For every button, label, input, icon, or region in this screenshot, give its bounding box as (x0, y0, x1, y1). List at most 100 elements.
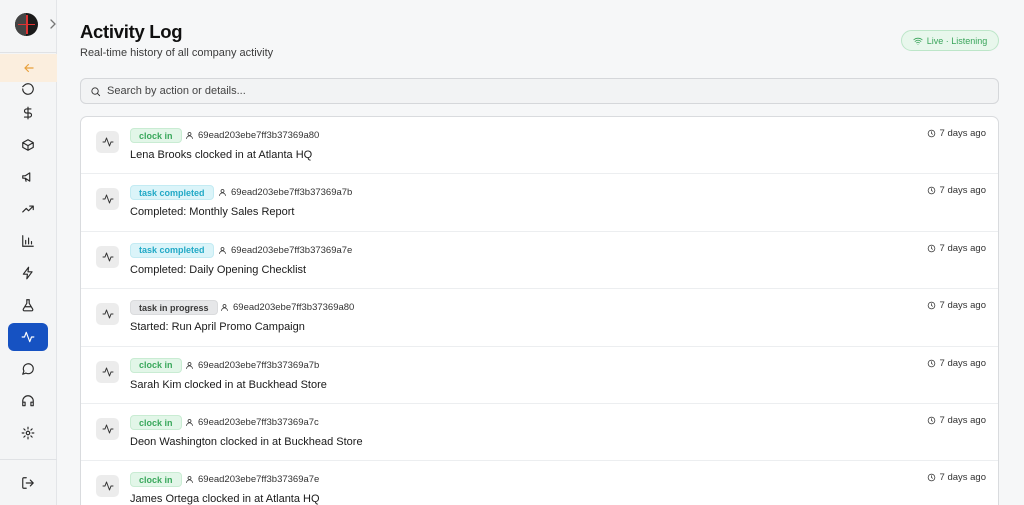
list-item[interactable]: task in progress 69ead203ebe7ff3b37369a80… (81, 289, 998, 347)
activity-icon (96, 360, 119, 383)
sidebar (0, 0, 57, 505)
activity-type-badge: clock in (130, 415, 182, 430)
activity-timestamp: 7 days ago (927, 300, 986, 311)
sidebar-item-settings[interactable] (8, 419, 48, 447)
activity-timestamp: 7 days ago (927, 243, 986, 254)
activity-icon (96, 245, 119, 268)
bar-chart-icon (22, 235, 34, 247)
activity-description: Lena Brooks clocked in at Atlanta HQ (130, 149, 313, 161)
sidebar-item-finance[interactable] (8, 99, 48, 127)
sidebar-item-marketing[interactable] (8, 163, 48, 191)
divider (0, 52, 57, 53)
sidebar-item-refresh[interactable] (8, 82, 48, 96)
user-icon (186, 476, 193, 484)
sidebar-item-inventory[interactable] (8, 131, 48, 159)
message-icon (22, 363, 34, 375)
user-icon (186, 419, 193, 426)
activity-icon (96, 303, 119, 326)
activity-list: clock in 69ead203ebe7ff3b37369a80 Lena Bro… (80, 116, 999, 505)
activity-description: Completed: Daily Opening Checklist (130, 263, 307, 276)
list-item[interactable]: clock in 69ead203ebe7ff3b37369a80 Lena Bro… (81, 117, 998, 175)
timestamp-text: 7 days ago (939, 242, 986, 254)
activity-type-badge: clock in (130, 472, 182, 488)
flask-icon (22, 299, 34, 312)
activity-description: Started: Run April Promo Campaign (130, 321, 305, 334)
activity-timestamp: 7 days ago (927, 358, 986, 369)
clock-icon (927, 359, 935, 367)
settings-icon (21, 426, 35, 440)
user-id-text: 69ead203ebe7ff3b37369a7e (198, 474, 320, 486)
user-id-text: 69ead203ebe7ff3b37369a7b (231, 187, 353, 199)
timestamp-text: 7 days ago (939, 472, 986, 484)
timestamp-text: 7 days ago (939, 415, 986, 426)
list-item[interactable]: task completed 69ead203ebe7ff3b37369a7e Co… (81, 232, 998, 290)
live-status-text: Live · Listening (926, 35, 988, 46)
sidebar-item-activity[interactable] (8, 323, 48, 351)
user-icon (186, 132, 193, 139)
activity-description: Sarah Kim clocked in at Buckhead Store (130, 378, 327, 391)
search-bar[interactable] (80, 78, 999, 104)
sidebar-item-analytics[interactable] (8, 227, 48, 255)
activity-description: Completed: Monthly Sales Report (130, 206, 295, 219)
company-logo[interactable] (15, 13, 38, 36)
sidebar-item-automation[interactable] (8, 259, 48, 287)
user-id-text: 69ead203ebe7ff3b37369a7c (198, 417, 319, 428)
user-id: 69ead203ebe7ff3b37369a7b (185, 360, 319, 371)
zap-icon (22, 266, 33, 280)
refresh-icon (22, 83, 34, 95)
sidebar-item-messages[interactable] (8, 355, 48, 383)
activity-type-badge: clock in (130, 357, 182, 373)
user-id-text: 69ead203ebe7ff3b37369a80 (198, 130, 320, 141)
clock-icon (927, 474, 935, 482)
trending-up-icon (22, 205, 34, 213)
dollar-icon (23, 106, 33, 120)
user-id-text: 69ead203ebe7ff3b37369a80 (233, 302, 355, 314)
activity-type-badge: clock in (130, 128, 182, 143)
user-id: 69ead203ebe7ff3b37369a80 (220, 302, 354, 313)
timestamp-text: 7 days ago (939, 300, 986, 312)
megaphone-icon (22, 172, 31, 182)
activity-timestamp: 7 days ago (927, 472, 986, 483)
wifi-icon (913, 37, 923, 45)
activity-description: Deon Washington clocked in at Buckhead S… (130, 436, 363, 448)
list-item[interactable]: clock in 69ead203ebe7ff3b37369a7c Deon Was… (81, 404, 998, 462)
timestamp-text: 7 days ago (939, 185, 986, 197)
activity-icon (96, 418, 119, 440)
sidebar-item-support[interactable] (8, 387, 48, 415)
user-id-text: 69ead203ebe7ff3b37369a7e (231, 244, 353, 256)
list-item[interactable]: task completed 69ead203ebe7ff3b37369a7b Co… (81, 174, 998, 232)
activity-icon (21, 331, 35, 343)
clock-icon (927, 301, 935, 310)
arrow-left-icon (23, 63, 34, 73)
page-title: Activity Log (80, 21, 183, 42)
divider (0, 459, 57, 460)
back-button[interactable] (0, 54, 57, 82)
logout-button[interactable] (8, 469, 48, 497)
clock-icon (927, 244, 935, 253)
activity-description: James Ortega clocked in at Atlanta HQ (130, 493, 320, 505)
activity-icon (96, 131, 119, 153)
list-item[interactable]: clock in 69ead203ebe7ff3b37369a7b Sarah Ki… (81, 347, 998, 404)
activity-type-badge: task in progress (130, 300, 218, 316)
user-id-text: 69ead203ebe7ff3b37369a7b (198, 359, 320, 371)
package-icon (22, 139, 34, 151)
timestamp-text: 7 days ago (939, 357, 986, 369)
clock-icon (927, 187, 935, 195)
activity-timestamp: 7 days ago (927, 415, 986, 426)
clock-icon (927, 416, 935, 425)
search-input[interactable] (107, 85, 987, 97)
sidebar-item-lab[interactable] (8, 291, 48, 319)
logout-icon (22, 477, 34, 489)
list-item[interactable]: clock in 69ead203ebe7ff3b37369a7e James Or… (81, 461, 998, 505)
activity-type-badge: task completed (130, 185, 214, 201)
user-id: 69ead203ebe7ff3b37369a7b (218, 187, 352, 198)
activity-icon (96, 475, 119, 498)
user-id: 69ead203ebe7ff3b37369a7e (218, 245, 352, 256)
timestamp-text: 7 days ago (939, 128, 986, 139)
user-icon (186, 361, 193, 369)
user-id: 69ead203ebe7ff3b37369a80 (185, 130, 319, 141)
user-id: 69ead203ebe7ff3b37369a7e (185, 474, 319, 485)
user-icon (219, 189, 226, 197)
main-content: Activity Log Real-time history of all co… (57, 0, 1024, 505)
sidebar-item-growth[interactable] (8, 195, 48, 223)
